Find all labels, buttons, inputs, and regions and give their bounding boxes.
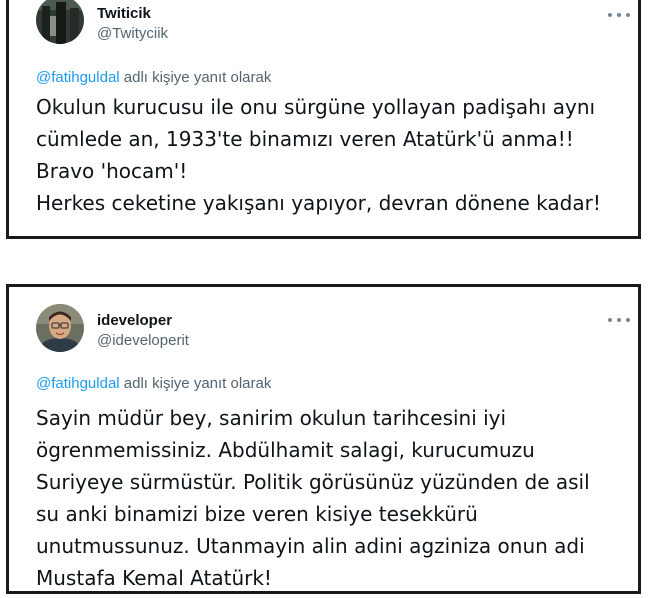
avatar[interactable]: [36, 0, 84, 44]
reply-context: @fatihguldal adlı kişiye yanıt olarak: [36, 69, 271, 86]
tweet-text: Okulun kurucusu ile onu sürgüne yollayan…: [36, 95, 601, 215]
tweet-card[interactable]: ideveloper @ideveloperit @fatihguldal ad…: [6, 284, 641, 594]
reply-mention-link[interactable]: @fatihguldal: [36, 375, 120, 392]
more-options-icon[interactable]: [608, 8, 630, 22]
reply-context-text: adlı kişiye yanıt olarak: [119, 69, 272, 86]
reply-context: @fatihguldal adlı kişiye yanıt olarak: [36, 375, 271, 392]
more-options-icon[interactable]: [608, 313, 630, 327]
avatar[interactable]: [36, 304, 84, 352]
avatar-image: [36, 0, 84, 44]
reply-context-text: adlı kişiye yanıt olarak: [119, 375, 272, 392]
reply-mention-link[interactable]: @fatihguldal: [36, 69, 120, 86]
tweet-text: Sayin müdür bey, sanirim okulun tarihces…: [36, 406, 590, 590]
avatar-image: [36, 304, 84, 352]
user-handle[interactable]: @Twityciik: [97, 25, 168, 42]
display-name[interactable]: ideveloper: [97, 312, 172, 329]
tweet-card[interactable]: Twiticik @Twityciik @fatihguldal adlı ki…: [6, 0, 641, 239]
user-handle[interactable]: @ideveloperit: [97, 332, 189, 349]
display-name[interactable]: Twiticik: [97, 5, 151, 22]
